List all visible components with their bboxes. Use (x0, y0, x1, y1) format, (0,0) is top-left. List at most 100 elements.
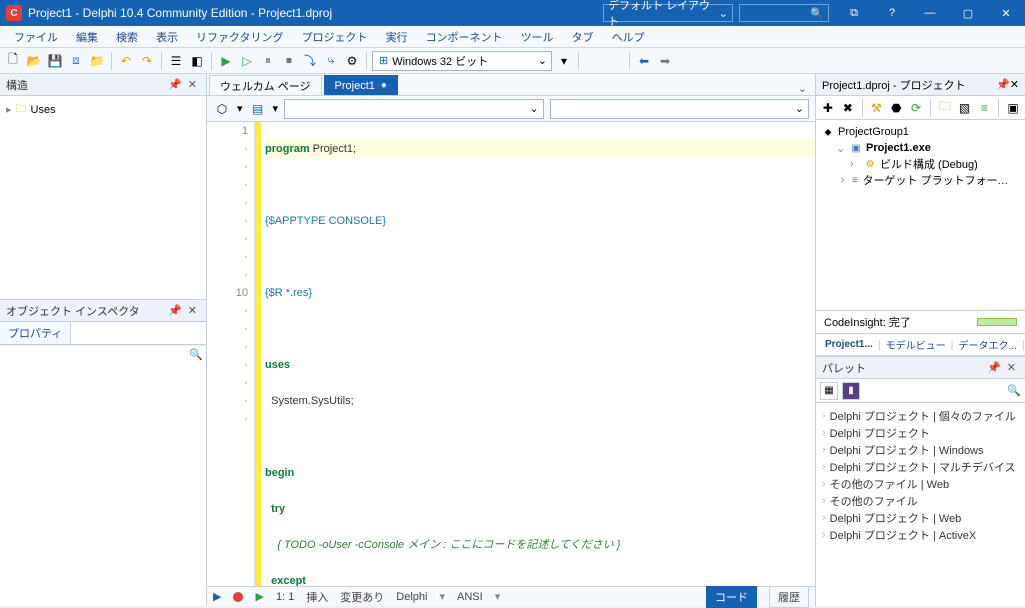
pause-icon[interactable]: ⏸ (259, 52, 277, 70)
save-all-icon[interactable]: ⧈ (67, 52, 85, 70)
progress-bar (977, 318, 1017, 326)
sync-icon[interactable]: ⟳ (908, 99, 924, 117)
palette-item[interactable]: ›Delphi プロジェクト | 個々のファイル (822, 407, 1019, 424)
method-combo[interactable]: ⌄ (550, 99, 809, 119)
palette-item[interactable]: ›その他のファイル (822, 492, 1019, 509)
section-icon[interactable]: ▤ (249, 100, 267, 118)
pin-icon[interactable]: 📌 (165, 78, 185, 91)
stop-icon[interactable]: ⏹ (280, 52, 298, 70)
palette-item[interactable]: ›Delphi プロジェクト (822, 424, 1019, 441)
gear-icon[interactable]: ⚙ (343, 52, 361, 70)
project-toolbar: ✚ ✖ ⚒ ⬣ ⟳ 🗀 ▧ ≡ ▣ (816, 96, 1025, 120)
platform-selector[interactable]: ⊞Windows 32 ビット ⌄ (372, 51, 552, 71)
menu-edit[interactable]: 編集 (68, 26, 106, 48)
play-macro-icon[interactable]: ▶ (255, 590, 263, 603)
structure-node-uses[interactable]: ▸ 🗀 Uses (6, 100, 200, 119)
code-view-tab[interactable]: コード (706, 586, 757, 608)
inspector-filter-input[interactable] (0, 346, 186, 362)
open-project-icon[interactable]: 📁 (88, 52, 106, 70)
code-area[interactable]: program Project1; {$APPTYPE CONSOLE} {$R… (261, 122, 815, 586)
menu-view[interactable]: 表示 (148, 26, 186, 48)
collapse-icon[interactable]: ⌄ (836, 142, 846, 155)
save-icon[interactable]: 💾 (46, 52, 64, 70)
expand-icon[interactable]: › (841, 174, 847, 186)
chevron-down-icon[interactable]: ▾ (439, 590, 445, 603)
view-icon[interactable]: ◧ (188, 52, 206, 70)
chevron-down-icon[interactable]: ⌄ (790, 82, 815, 95)
ide-search-box[interactable]: 🔍 (739, 4, 829, 22)
expand-icon: ▸ (6, 103, 12, 116)
palette-item[interactable]: ›Delphi プロジェクト | ActiveX (822, 526, 1019, 543)
desktop-icon[interactable]: ⧉ (835, 0, 873, 26)
menu-refactor[interactable]: リファクタリング (188, 26, 292, 48)
palette-item[interactable]: ›Delphi プロジェクト | マルチデバイス (822, 458, 1019, 475)
build-icon[interactable]: ▾ (555, 52, 573, 70)
run-nostop-icon[interactable]: ▷ (238, 52, 256, 70)
menu-run[interactable]: 実行 (378, 26, 416, 48)
close-icon[interactable]: ✕ (185, 304, 200, 317)
step-over-icon[interactable]: ⤵ (301, 52, 319, 70)
unit-icon[interactable]: ⬡ (213, 100, 231, 118)
subtab-model[interactable]: モデルビュー (881, 334, 951, 355)
menu-project[interactable]: プロジェクト (294, 26, 376, 48)
list-icon[interactable]: ☰ (167, 52, 185, 70)
close-button[interactable]: ✕ (987, 0, 1025, 26)
code-editor[interactable]: 1 ········ 10 ······· program Project1; … (207, 122, 815, 586)
nav-back-icon[interactable]: ⬅ (635, 52, 653, 70)
chevron-down-icon[interactable]: ▾ (273, 102, 279, 115)
open-file-icon[interactable]: 📂 (25, 52, 43, 70)
close-icon[interactable]: ✕ (1004, 361, 1019, 374)
close-icon[interactable]: ✕ (1010, 78, 1019, 91)
nav-fwd-icon[interactable]: ➡ (656, 52, 674, 70)
stack-icon[interactable]: ≡ (976, 99, 992, 117)
history-view-tab[interactable]: 履歴 (769, 586, 809, 608)
record-macro-icon[interactable] (233, 592, 243, 602)
layout-selector[interactable]: デフォルト レイアウト ⌄ (603, 4, 733, 22)
pin-icon[interactable]: 📌 (165, 304, 185, 317)
palette-item[interactable]: ›Delphi プロジェクト | Web (822, 509, 1019, 526)
pin-icon[interactable]: 📌 (984, 361, 1004, 374)
menu-file[interactable]: ファイル (6, 26, 66, 48)
folder-icon[interactable]: 🗀 (937, 99, 953, 117)
tab-project1[interactable]: Project1● (324, 75, 398, 95)
tab-welcome[interactable]: ウェルカム ページ (209, 75, 322, 95)
menu-tab[interactable]: タブ (564, 26, 602, 48)
new-file-icon[interactable]: 🗋 (4, 52, 22, 70)
subtab-project[interactable]: Project1... (820, 336, 878, 353)
chevron-down-icon[interactable]: ▾ (495, 590, 501, 603)
compile-icon[interactable]: ⚒ (869, 99, 885, 117)
add-icon[interactable]: ✚ (820, 99, 836, 117)
target-platform-node[interactable]: ›≡ターゲット プラットフォーム (Windows 32 ビット) (822, 172, 1019, 188)
remove-icon[interactable]: ✖ (840, 99, 856, 117)
palette-item[interactable]: ›Delphi プロジェクト | Windows (822, 441, 1019, 458)
search-icon[interactable]: 🔍 (1007, 384, 1021, 397)
build-icon[interactable]: ⬣ (888, 99, 904, 117)
nav-icon[interactable]: ▶ (213, 590, 221, 603)
menu-tools[interactable]: ツール (513, 26, 562, 48)
expand-icon[interactable]: › (850, 158, 860, 170)
subtab-data[interactable]: データエク... (954, 334, 1022, 355)
settings-icon[interactable]: ▣ (1005, 99, 1021, 117)
maximize-button[interactable]: ▢ (949, 0, 987, 26)
run-icon[interactable]: ▶ (217, 52, 235, 70)
project-group-node[interactable]: ⬥ProjectGroup1 (822, 124, 1019, 140)
close-icon[interactable]: ✕ (185, 78, 200, 91)
help-button[interactable]: ? (873, 0, 911, 26)
redo-icon[interactable]: ↷ (138, 52, 156, 70)
palette-item[interactable]: ›その他のファイル | Web (822, 475, 1019, 492)
minimize-button[interactable]: — (911, 0, 949, 26)
tab-properties[interactable]: プロパティ (0, 322, 71, 344)
palette-category-btn[interactable]: ▦ (820, 382, 838, 400)
class-combo[interactable]: ⌄ (284, 99, 543, 119)
step-into-icon[interactable]: ⤷ (322, 52, 340, 70)
chevron-down-icon[interactable]: ▾ (237, 102, 243, 115)
menu-help[interactable]: ヘルプ (604, 26, 653, 48)
filter-icon[interactable]: ▧ (957, 99, 973, 117)
build-config-node[interactable]: ›⚙ビルド構成 (Debug) (822, 156, 1019, 172)
palette-list-btn[interactable]: ▮ (842, 382, 860, 400)
menu-search[interactable]: 検索 (108, 26, 146, 48)
pin-icon[interactable]: 📌 (996, 78, 1010, 91)
menu-component[interactable]: コンポーネント (418, 26, 511, 48)
undo-icon[interactable]: ↶ (117, 52, 135, 70)
project-exe-node[interactable]: ⌄▣Project1.exe (822, 140, 1019, 156)
